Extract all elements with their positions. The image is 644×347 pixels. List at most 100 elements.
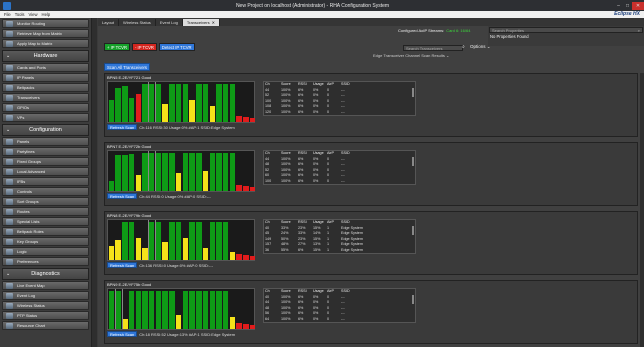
section-diagnostics[interactable]: ⌄ Diagnostics — [2, 268, 89, 280]
table-cell: 6% — [298, 247, 304, 252]
sidebar-item-live-event-map[interactable]: Live Event Map — [2, 281, 89, 290]
sidebar-item-label: Wireless Status — [17, 303, 45, 308]
channel-bar — [216, 222, 222, 260]
refresh-scan-button[interactable]: Refresh Scan — [107, 331, 138, 337]
channel-scan-chart — [107, 81, 256, 123]
detect-ip-tcvr-button[interactable]: Detect IP TCVR — [158, 43, 195, 51]
sidebar-item-special-lists[interactable]: Special Lists — [2, 217, 89, 226]
scan-all-button[interactable]: Scan All Transceivers — [104, 63, 151, 71]
table-cell: 0% — [313, 178, 319, 183]
remove-ip-tcvr-button[interactable]: - IP TCVR — [131, 43, 157, 51]
properties-search-input[interactable]: Search Properties ⌕ — [489, 27, 643, 33]
sidebar-item-apply-map-to-matrix[interactable]: Apply Map to Matrix — [2, 39, 89, 48]
transceiver-search-input[interactable]: Search Transceivers — [403, 45, 463, 51]
sidebar-item-transceivers[interactable]: Transceivers — [2, 93, 89, 102]
table-row[interactable]: 120 100% 6% 0% 0 --- — [264, 110, 415, 116]
channel-table: Ch Score RSSI Usage AirP SSID 44 100% 6% 0% 0 --- 52… — [263, 81, 416, 116]
close-tab-icon[interactable]: ✕ — [212, 20, 215, 25]
sidebar-item-resource-chart[interactable]: Resource Chart — [2, 321, 89, 330]
tab-label: Transceivers — [186, 20, 210, 25]
section-hardware[interactable]: ⌄ Hardware — [2, 50, 89, 62]
sidebar-item-label: Routes — [17, 209, 30, 214]
scan-info: Ch:136 RSSI:0 Usage:0% #AP:0 SSID:--- — [139, 262, 214, 268]
sidebar-item-ifbs[interactable]: IFBs — [2, 177, 89, 186]
refresh-scan-button[interactable]: Refresh Scan — [107, 193, 138, 199]
tab-wireless-status[interactable]: Wireless Status — [119, 19, 156, 26]
sidebar-item-ip-panels[interactable]: IP Panels — [2, 73, 89, 82]
main-scrollbar[interactable] — [640, 73, 644, 347]
sidebar-item-controls[interactable]: Controls — [2, 187, 89, 196]
sidebar-item-local-advanced[interactable]: Local Advanced — [2, 167, 89, 176]
channel-bar — [169, 153, 175, 191]
section-configuration[interactable]: ⌄ Configuration — [2, 124, 89, 136]
refresh-scan-button[interactable]: Refresh Scan — [107, 124, 138, 130]
minimize-button[interactable]: – — [614, 2, 623, 10]
channel-bar — [122, 319, 128, 329]
tab-event-log[interactable]: Event Log — [156, 19, 183, 26]
channel-bar — [128, 291, 135, 329]
table-row[interactable]: 64 100% 6% 0% 0 --- — [264, 317, 415, 323]
channel-bar — [196, 153, 202, 191]
menu-view[interactable]: View — [29, 12, 38, 17]
table-scrollbar[interactable] — [412, 295, 414, 304]
sidebar-item-label: Sort Groups — [17, 199, 39, 204]
menu-file[interactable]: File — [4, 12, 11, 17]
channel-bar — [148, 291, 155, 329]
table-scrollbar[interactable] — [412, 88, 414, 97]
sidebar-item-label: Beltpacks — [17, 85, 35, 90]
table-row[interactable]: 36 55% 6% 15% 1 Edge System — [264, 248, 415, 254]
table-cell: 64 — [265, 316, 270, 321]
section-title: Configuration — [29, 127, 62, 133]
sidebar-item-beltpack-roles[interactable]: Beltpack Roles — [2, 227, 89, 236]
refresh-scan-button[interactable]: Refresh Scan — [107, 262, 138, 268]
channel-scan-chart — [107, 219, 256, 261]
close-button[interactable]: ✕ — [632, 1, 644, 10]
tab-transceivers[interactable]: Transceivers ✕ — [182, 19, 220, 26]
table-cell: 6% — [298, 109, 304, 114]
sidebar-item-preferences[interactable]: Preferences — [2, 257, 89, 266]
sidebar-item-ptp-status[interactable]: PTP Status — [2, 311, 89, 320]
channel-bar — [175, 222, 182, 260]
sidebar-item-beltpacks[interactable]: Beltpacks — [2, 83, 89, 92]
sidebar-item-key-groups[interactable]: Key Groups — [2, 237, 89, 246]
sidebar-item-sort-groups[interactable]: Sort Groups — [2, 197, 89, 206]
channel-bar — [142, 291, 148, 329]
table-cell: 0 — [327, 178, 330, 183]
sidebar-item-logic[interactable]: Logic — [2, 247, 89, 256]
ptp-status-icon — [6, 312, 13, 319]
edge-scan-header[interactable]: Edge Transceiver Channel Scan Results ⌄ — [373, 53, 449, 58]
sidebar-item-cards-and-ports[interactable]: Cards and Ports — [2, 63, 89, 72]
sidebar-item-routes[interactable]: Routes — [2, 207, 89, 216]
maximize-button[interactable]: □ — [623, 2, 632, 10]
table-scrollbar[interactable] — [412, 226, 414, 235]
table-scrollbar[interactable] — [412, 157, 414, 166]
sidebar-item-event-log[interactable]: Event Log — [2, 291, 89, 300]
sidebar-scrollbar[interactable] — [92, 18, 97, 347]
search-icon[interactable]: ⌕ — [462, 44, 465, 50]
sidebar-item-fixed-groups[interactable]: Fixed Groups — [2, 157, 89, 166]
channel-bar — [236, 116, 242, 122]
table-row[interactable]: 100 100% 6% 0% 0 --- — [264, 179, 415, 185]
channel-bar — [135, 238, 142, 260]
tab-layout[interactable]: Layout — [98, 19, 120, 26]
sidebar-item-gpios[interactable]: GPIOs — [2, 103, 89, 112]
window-title: New Project on localhost (Administrator)… — [235, 2, 390, 9]
add-ip-tcvr-button[interactable]: + IP TCVR — [104, 43, 130, 51]
channel-bar — [182, 238, 189, 260]
search-icon: ⌕ — [637, 28, 640, 33]
sidebar-item-vps[interactable]: VPs — [2, 113, 89, 122]
channel-bar — [189, 100, 195, 122]
scan-info: Ch:18 RSSI:52 Usage:13% #AP:1 SSID:Edge … — [139, 331, 236, 337]
sidebar-item-wireless-status[interactable]: Wireless Status — [2, 301, 89, 310]
sidebar-item-monitor-routing[interactable]: Monitor Routing — [2, 19, 89, 28]
channel-bar — [142, 84, 148, 122]
gpios-icon — [6, 104, 13, 111]
menu-tools[interactable]: Tools — [15, 12, 25, 17]
menu-help[interactable]: Help — [42, 12, 51, 17]
sidebar-item-label: IP Panels — [17, 75, 35, 80]
channel-bar — [222, 153, 229, 191]
options-button[interactable]: Options ⌄ — [470, 44, 491, 50]
sidebar-item-retrieve-map-from-matrix[interactable]: Retrieve Map from Matrix — [2, 29, 89, 38]
sidebar-item-panels[interactable]: Panels — [2, 137, 89, 146]
sidebar-item-partylines[interactable]: Partylines — [2, 147, 89, 156]
